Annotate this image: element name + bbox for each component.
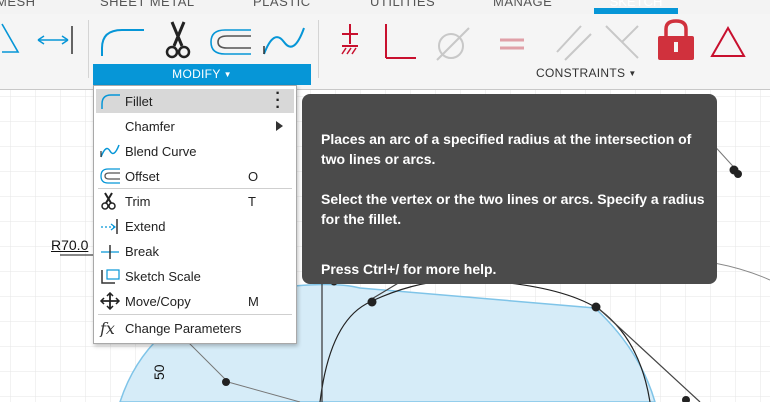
coincident-constraint-icon[interactable] <box>380 22 420 67</box>
trim-scissors-icon[interactable] <box>162 20 196 67</box>
tooltip-help: Press Ctrl+/ for more help. <box>321 261 497 277</box>
fillet-tooltip: Places an arc of a specified radius at t… <box>302 94 717 284</box>
equal-constraint-icon[interactable] <box>498 34 526 59</box>
submenu-arrow-icon <box>276 121 283 131</box>
blend-curve-icon <box>99 142 121 160</box>
tab-plastic[interactable]: PLASTIC <box>253 0 311 9</box>
more-options-icon[interactable]: · · · <box>274 86 282 116</box>
lock-icon[interactable] <box>655 18 697 67</box>
offset-icon[interactable] <box>207 26 253 65</box>
extend-icon <box>99 217 121 235</box>
menu-item-sketch-scale[interactable]: Sketch Scale <box>96 264 294 288</box>
parallel-constraint-icon[interactable] <box>553 22 593 67</box>
tooltip-description: Places an arc of a specified radius at t… <box>321 131 692 167</box>
svg-text:fx: fx <box>99 319 115 337</box>
modify-dropdown-button[interactable]: MODIFY ▼ <box>93 64 311 85</box>
tab-utilities[interactable]: UTILITIES <box>370 0 435 9</box>
menu-item-move-copy[interactable]: Move/Copy M <box>96 289 294 313</box>
modify-menu: Fillet · · · Chamfer Blend Curve Offset O … <box>93 85 297 344</box>
sketch-toolbar: MODIFY ▼ CONSTRAINTS ▼ <box>0 14 770 90</box>
radius-dimension[interactable]: R70.0 <box>51 237 88 253</box>
menu-item-blend-curve[interactable]: Blend Curve <box>96 139 294 163</box>
polygon-icon[interactable] <box>0 22 22 61</box>
break-icon <box>99 242 121 260</box>
menu-item-break[interactable]: Break <box>96 239 294 263</box>
menu-item-fillet[interactable]: Fillet · · · <box>96 86 294 116</box>
sketch-scale-icon <box>99 267 121 285</box>
offset-icon <box>99 167 121 185</box>
tab-mesh[interactable]: MESH <box>0 0 36 9</box>
fix-constraint-icon[interactable] <box>338 22 364 67</box>
vertical-dimension[interactable]: 50 <box>151 364 167 380</box>
menu-item-chamfer[interactable]: Chamfer <box>96 114 294 138</box>
trim-scissors-icon <box>99 192 121 210</box>
fillet-icon <box>99 92 121 110</box>
menu-item-trim[interactable]: Trim T <box>96 189 294 213</box>
triangle-icon[interactable] <box>708 24 748 65</box>
blend-curve-icon[interactable] <box>262 24 306 65</box>
menu-item-change-parameters[interactable]: fx Change Parameters <box>96 316 294 340</box>
tab-manage[interactable]: MANAGE <box>493 0 552 9</box>
ribbon-tab-strip: MESH SHEET METAL PLASTIC UTILITIES MANAG… <box>0 0 770 14</box>
dimension-icon[interactable] <box>34 24 78 61</box>
fx-icon: fx <box>99 319 121 338</box>
perpendicular-constraint-icon[interactable] <box>602 22 642 67</box>
menu-item-extend[interactable]: Extend <box>96 214 294 238</box>
tangent-constraint-icon[interactable] <box>433 26 473 67</box>
fillet-icon[interactable] <box>100 26 146 63</box>
constraints-dropdown-button[interactable]: CONSTRAINTS ▼ <box>536 66 637 80</box>
tooltip-instructions: Select the vertex or the two lines or ar… <box>321 191 705 227</box>
tab-sheet-metal[interactable]: SHEET METAL <box>100 0 195 9</box>
menu-item-offset[interactable]: Offset O <box>96 164 294 188</box>
move-copy-icon <box>99 291 121 311</box>
